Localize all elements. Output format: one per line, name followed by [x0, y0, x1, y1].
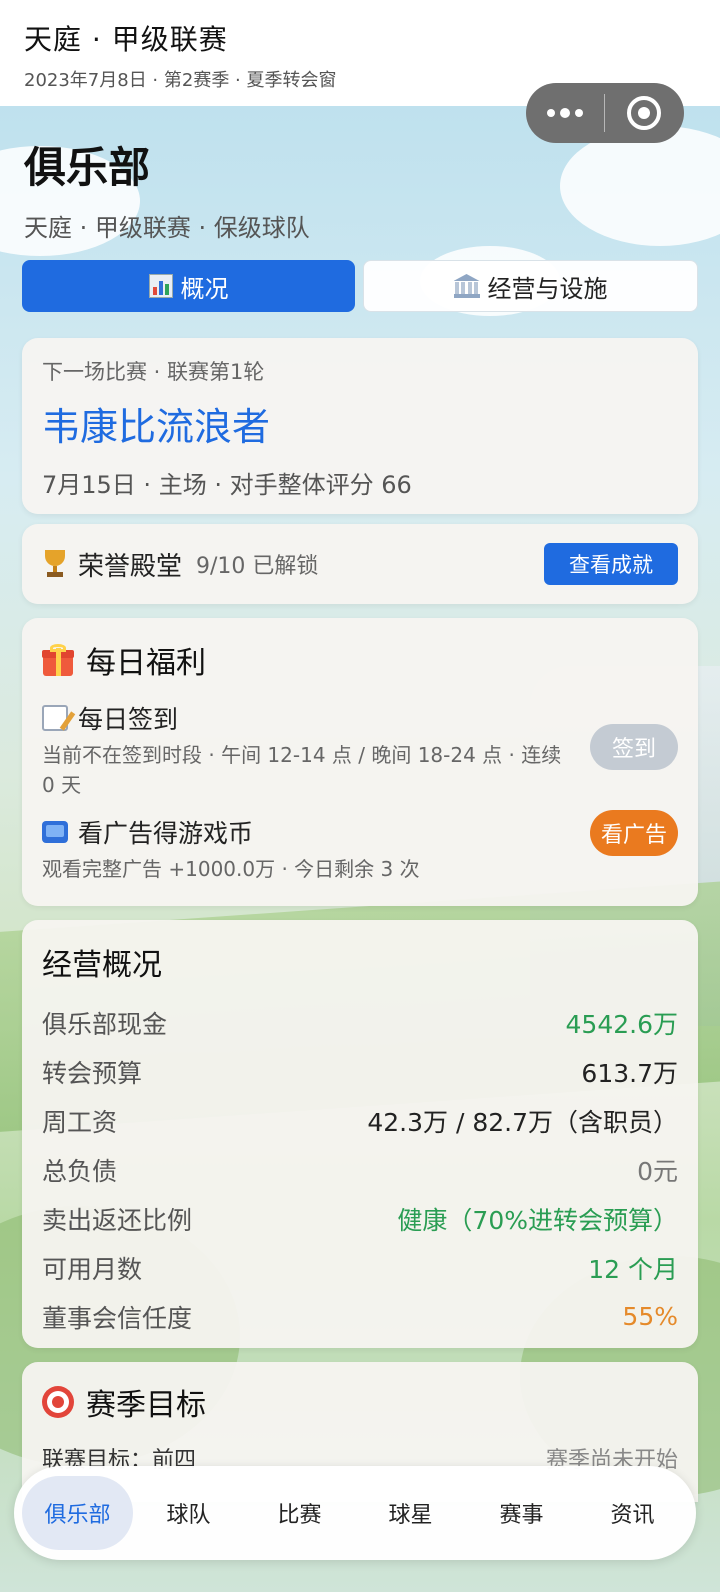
opponent-name: 韦康比流浪者	[42, 405, 271, 449]
operations-row-label: 可用月数	[42, 1254, 143, 1284]
bar-chart-icon	[148, 274, 173, 298]
bank-icon	[453, 274, 480, 298]
nav-news[interactable]: 资讯	[577, 1476, 688, 1550]
operations-row-value: 613.7万	[581, 1058, 678, 1088]
target-icon	[42, 1386, 74, 1418]
tab-overview[interactable]: 概况	[22, 260, 355, 312]
nav-events[interactable]: 赛事	[466, 1476, 577, 1550]
operations-row: 卖出返还比例 健康（70%进转会预算）	[42, 1194, 678, 1243]
tab-operations-facilities[interactable]: 经营与设施	[363, 260, 698, 312]
operations-row: 周工资 42.3万 / 82.7万（含职员）	[42, 1096, 678, 1145]
match-meta: 7月15日 · 主场 · 对手整体评分 66	[42, 471, 412, 499]
daily-checkin-item: 每日签到 当前不在签到时段 · 午间 12-14 点 / 晚间 18-24 点 …	[42, 700, 678, 800]
operations-row-label: 董事会信任度	[42, 1303, 193, 1333]
operations-row-value: 0元	[637, 1156, 678, 1186]
header-title: 天庭 · 甲级联赛	[24, 23, 228, 56]
trophy-icon	[42, 550, 68, 578]
operations-row: 俱乐部现金 4542.6万	[42, 998, 678, 1047]
next-match-label: 下一场比赛 · 联赛第1轮	[42, 360, 265, 384]
daily-welfare-card: 每日福利 每日签到 当前不在签到时段 · 午间 12-14 点 / 晚间 18-…	[22, 618, 698, 906]
operations-row-value: 12 个月	[588, 1254, 678, 1284]
operations-row: 转会预算 613.7万	[42, 1047, 678, 1096]
page-subtitle: 天庭 · 甲级联赛 · 保级球队	[24, 214, 310, 242]
page-title: 俱乐部	[24, 143, 151, 192]
nav-stars[interactable]: 球星	[355, 1476, 466, 1550]
operations-row-label: 俱乐部现金	[42, 1009, 168, 1039]
achievement-status: 9/10 已解锁	[196, 554, 319, 579]
view-achievements-button[interactable]: 查看成就	[544, 543, 678, 585]
gift-icon	[42, 644, 74, 676]
operations-row-label: 卖出返还比例	[42, 1205, 193, 1235]
nav-match[interactable]: 比赛	[244, 1476, 355, 1550]
daily-welfare-header: 每日福利	[42, 638, 678, 682]
more-icon[interactable]	[526, 83, 604, 143]
tab-operations-label: 经营与设施	[487, 274, 608, 303]
hall-of-fame-title: 荣誉殿堂	[78, 551, 183, 582]
operations-row-value: 4542.6万	[565, 1009, 678, 1039]
operations-row: 总负债 0元	[42, 1145, 678, 1194]
watch-ad-item: 看广告得游戏币 观看完整广告 +1000.0万 · 今日剩余 3 次 看广告	[42, 810, 678, 884]
season-goals-title: 赛季目标	[86, 1388, 206, 1423]
close-miniapp-icon[interactable]	[605, 83, 683, 143]
operations-row-value: 55%	[622, 1302, 678, 1331]
watch-ad-title: 看广告得游戏币	[78, 819, 254, 848]
checkin-button[interactable]: 签到	[590, 724, 678, 770]
nav-club[interactable]: 俱乐部	[22, 1476, 133, 1550]
operations-row: 可用月数 12 个月	[42, 1243, 678, 1292]
checkin-desc: 当前不在签到时段 · 午间 12-14 点 / 晚间 18-24 点 · 连续 …	[42, 743, 562, 797]
hall-of-fame-card: 荣誉殿堂 9/10 已解锁 查看成就	[22, 524, 698, 604]
tv-icon	[42, 821, 68, 843]
watch-ad-button[interactable]: 看广告	[590, 810, 678, 856]
tab-overview-label: 概况	[180, 274, 229, 303]
operations-row-label: 总负债	[42, 1156, 118, 1186]
operations-overview-card: 经营概况 俱乐部现金 4542.6万转会预算 613.7万周工资 42.3万 / 82…	[22, 920, 698, 1348]
watch-ad-desc: 观看完整广告 +1000.0万 · 今日剩余 3 次	[42, 857, 420, 881]
operations-row-value: 健康（70%进转会预算）	[397, 1205, 678, 1235]
daily-welfare-title: 每日福利	[86, 646, 206, 681]
operations-title: 经营概况	[42, 948, 162, 983]
bottom-nav: 俱乐部 球队 比赛 球星 赛事 资讯	[14, 1466, 696, 1560]
memo-icon	[42, 705, 68, 731]
next-match-card[interactable]: 下一场比赛 · 联赛第1轮 韦康比流浪者 7月15日 · 主场 · 对手整体评分…	[22, 338, 698, 514]
checkin-title: 每日签到	[78, 705, 179, 734]
operations-row-label: 转会预算	[42, 1058, 143, 1088]
nav-team[interactable]: 球队	[133, 1476, 244, 1550]
operations-row: 董事会信任度 55%	[42, 1292, 678, 1341]
operations-row-value: 42.3万 / 82.7万（含职员）	[367, 1107, 678, 1137]
tab-bar: 概况 经营与设施	[22, 260, 698, 312]
operations-row-label: 周工资	[42, 1107, 118, 1137]
miniapp-capsule	[526, 83, 684, 143]
